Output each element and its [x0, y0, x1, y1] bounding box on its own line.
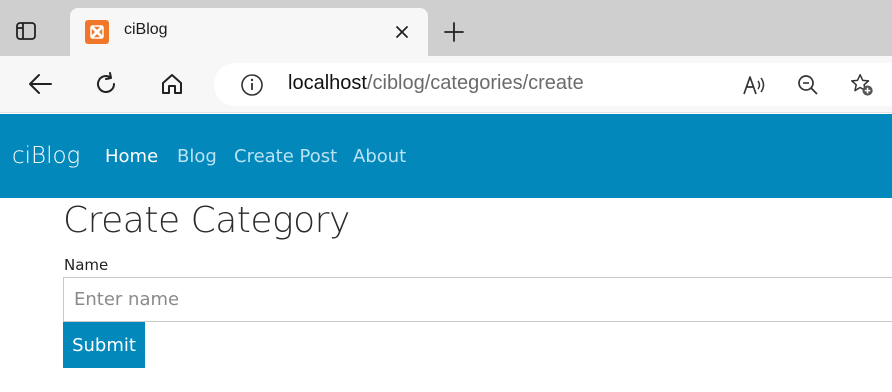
url-text[interactable]: localhost/ciblog/categories/create — [288, 72, 584, 95]
submit-button[interactable]: Submit — [63, 322, 145, 368]
nav-link-create-post[interactable]: Create Post — [234, 146, 337, 167]
browser-tab-active[interactable]: ciBlog — [70, 8, 428, 56]
xampp-favicon-icon — [85, 20, 109, 44]
name-label: Name — [64, 256, 109, 274]
nav-link-blog[interactable]: Blog — [177, 146, 217, 167]
close-icon[interactable] — [391, 21, 413, 43]
nav-link-home[interactable]: Home — [105, 146, 158, 167]
tab-title: ciBlog — [124, 21, 168, 38]
plus-icon[interactable] — [441, 19, 467, 45]
site-navbar: ciBlog Home Blog Create Post About — [0, 114, 892, 198]
page-title: Create Category — [63, 200, 350, 241]
navbar-brand[interactable]: ciBlog — [12, 143, 80, 169]
zoom-out-icon[interactable] — [795, 72, 821, 98]
name-input[interactable] — [63, 277, 892, 322]
back-arrow-icon[interactable] — [26, 70, 54, 98]
tab-actions-icon[interactable] — [14, 19, 38, 43]
refresh-icon[interactable] — [92, 70, 120, 98]
address-bar[interactable]: localhost/ciblog/categories/create — [214, 63, 892, 106]
browser-tabstrip: ciBlog — [0, 0, 892, 56]
add-favorite-icon[interactable] — [849, 72, 875, 98]
nav-link-about[interactable]: About — [353, 146, 406, 167]
url-host: localhost — [288, 72, 367, 94]
url-path: /ciblog/categories/create — [366, 72, 584, 94]
info-icon[interactable] — [240, 73, 264, 97]
browser-toolbar: localhost/ciblog/categories/create — [0, 56, 892, 113]
home-icon[interactable] — [158, 70, 186, 98]
read-aloud-icon[interactable] — [741, 72, 767, 98]
